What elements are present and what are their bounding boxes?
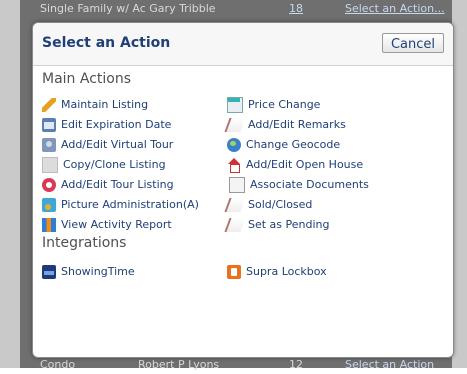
action-edit-expiration-date[interactable]: Edit Expiration Date	[42, 116, 171, 133]
background-row-agent: Robert P Lyons	[138, 358, 220, 371]
background-row-action-link: Select an Action	[345, 358, 435, 371]
select-action-dialog: Select an Action Cancel Main Actions Mai…	[32, 22, 454, 358]
action-maintain-listing[interactable]: Maintain Listing	[42, 96, 148, 113]
main-actions-heading: Main Actions	[42, 71, 132, 87]
background-row: Single Family w/ Ac Gary Tribble 18 Sele…	[0, 0, 467, 18]
action-label: Maintain Listing	[61, 98, 149, 111]
action-label: Edit Expiration Date	[61, 118, 172, 131]
action-add-edit-open-house[interactable]: Add/Edit Open House	[227, 156, 363, 173]
action-picture-administration[interactable]: Picture Administration(A)	[42, 196, 199, 213]
action-label: Picture Administration(A)	[61, 198, 199, 211]
action-label: Add/Edit Open House	[246, 158, 364, 171]
action-label: Copy/Clone Listing	[63, 158, 166, 171]
action-label: Change Geocode	[246, 138, 341, 151]
background-row: Condo Robert P Lyons 12 Select an Action	[0, 356, 467, 374]
action-label: Add/Edit Remarks	[248, 118, 346, 131]
background-row-action-link: Select an Action...	[345, 2, 445, 15]
action-label: Set as Pending	[248, 218, 330, 231]
action-view-activity-report[interactable]: View Activity Report	[42, 216, 172, 233]
supra-icon	[227, 264, 241, 279]
action-label: Add/Edit Tour Listing	[61, 178, 174, 191]
integration-label: ShowingTime	[61, 265, 135, 278]
dialog-title: Select an Action	[42, 35, 171, 51]
action-set-as-pending[interactable]: Set as Pending	[224, 216, 330, 233]
background-left-edge	[0, 0, 20, 368]
action-price-change[interactable]: Price Change	[227, 96, 320, 113]
action-add-edit-virtual-tour[interactable]: Add/Edit Virtual Tour	[42, 136, 173, 153]
action-associate-documents[interactable]: Associate Documents	[227, 176, 369, 193]
action-sold-closed[interactable]: Sold/Closed	[224, 196, 313, 213]
calendar-icon	[42, 117, 56, 132]
background-right-edge	[452, 0, 467, 368]
cancel-button[interactable]: Cancel	[382, 33, 444, 53]
dialog-header: Select an Action Cancel	[33, 23, 453, 66]
action-label: Add/Edit Virtual Tour	[61, 138, 174, 151]
picture-icon	[42, 197, 56, 212]
integration-label: Supra Lockbox	[246, 265, 327, 278]
document-icon	[229, 176, 245, 193]
action-change-geocode[interactable]: Change Geocode	[227, 136, 340, 153]
copy-icon	[42, 156, 58, 173]
action-copy-clone-listing[interactable]: Copy/Clone Listing	[42, 156, 166, 173]
camera-icon	[42, 137, 56, 152]
sold-icon	[224, 197, 246, 212]
integrations-heading: Integrations	[42, 235, 127, 251]
globe-icon	[227, 137, 241, 152]
background-row-name: Condo	[40, 358, 76, 371]
background-row-count: 12	[289, 358, 303, 371]
background-row-count: 18	[289, 2, 303, 15]
integration-showingtime[interactable]: ShowingTime	[42, 263, 135, 280]
house-icon	[227, 157, 241, 173]
integration-supra-lockbox[interactable]: Supra Lockbox	[227, 263, 327, 280]
pending-icon	[224, 217, 246, 232]
pencil-icon	[42, 97, 56, 112]
action-label: Sold/Closed	[248, 198, 313, 211]
remarks-icon	[224, 117, 246, 132]
action-label: Price Change	[248, 98, 321, 111]
action-add-edit-remarks[interactable]: Add/Edit Remarks	[224, 116, 346, 133]
lifesaver-icon	[42, 177, 56, 192]
background-row-name: Single Family w/ Ac Gary Tribble	[40, 2, 216, 15]
action-add-edit-tour-listing[interactable]: Add/Edit Tour Listing	[42, 176, 174, 193]
action-label: View Activity Report	[61, 218, 172, 231]
price-tag-icon	[227, 96, 243, 113]
action-label: Associate Documents	[250, 178, 369, 191]
showingtime-icon	[42, 264, 56, 279]
bar-chart-icon	[42, 217, 56, 232]
